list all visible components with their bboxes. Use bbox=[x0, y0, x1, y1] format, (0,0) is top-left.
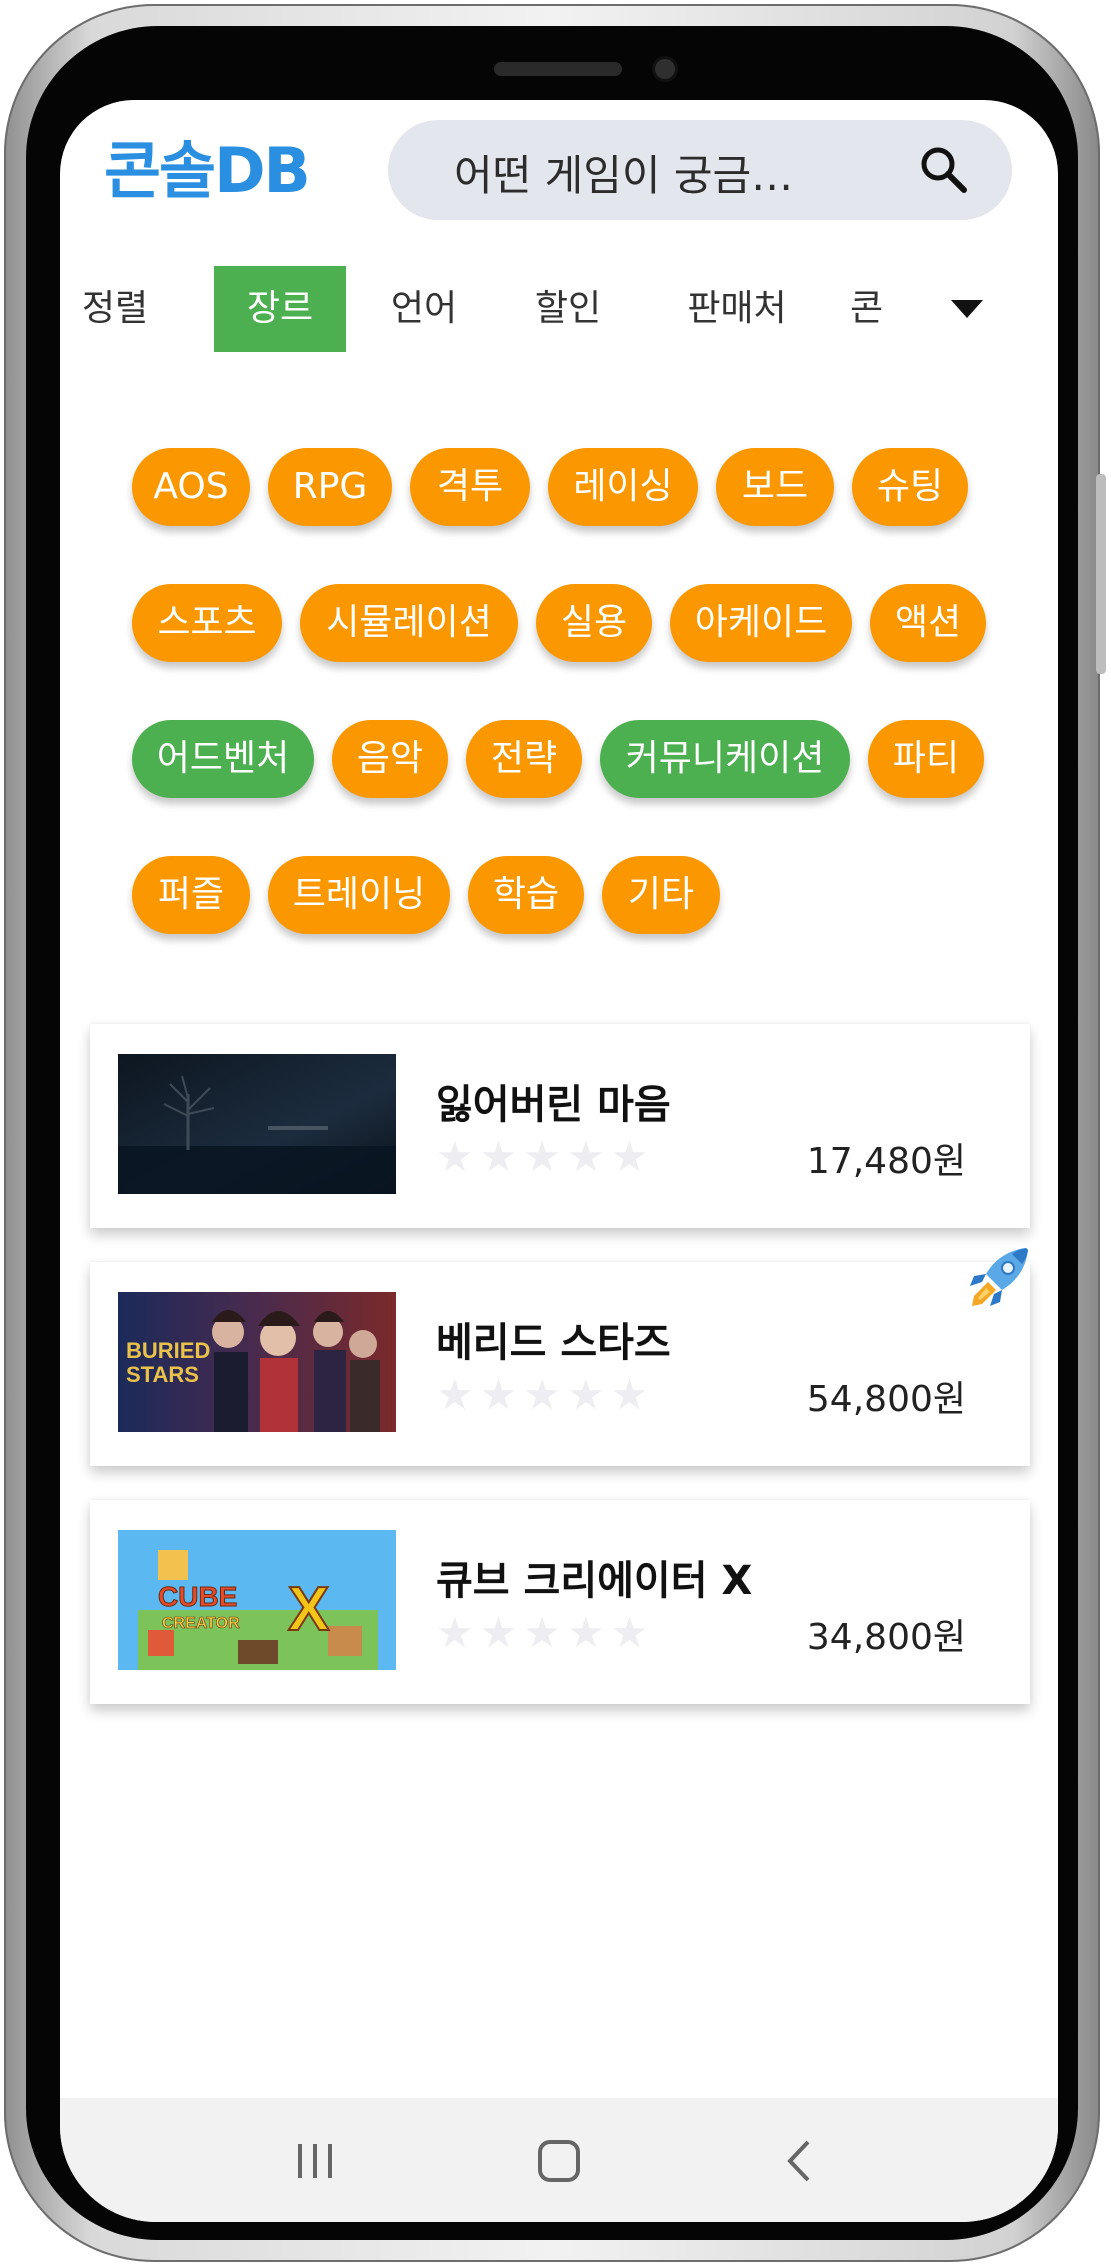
genre-chip-training[interactable]: 트레이닝 bbox=[268, 856, 450, 934]
chevron-down-icon[interactable] bbox=[949, 294, 985, 324]
game-title: 큐브 크리에이터 X bbox=[436, 1558, 753, 1604]
genre-chip-learning[interactable]: 학습 bbox=[468, 856, 584, 934]
tab-console[interactable]: 콘솔 bbox=[850, 266, 908, 352]
genre-chip-racing[interactable]: 레이싱 bbox=[548, 448, 698, 526]
recent-apps-icon[interactable] bbox=[280, 2126, 350, 2196]
game-card[interactable]: 잃어버린 마음 ★★★★★ 17,480원 bbox=[90, 1024, 1030, 1228]
game-thumbnail: BURIED STARS bbox=[118, 1292, 396, 1432]
genre-chip-simulation[interactable]: 시뮬레이션 bbox=[300, 584, 518, 662]
rating-stars: ★★★★★ bbox=[436, 1132, 655, 1181]
genre-chip-party[interactable]: 파티 bbox=[868, 720, 984, 798]
game-price: 54,800원 bbox=[806, 1379, 966, 1420]
tab-genre[interactable]: 장르 bbox=[214, 266, 346, 352]
game-price: 17,480원 bbox=[806, 1141, 966, 1182]
tab-language[interactable]: 언어 bbox=[372, 266, 476, 352]
game-title: 베리드 스타즈 bbox=[436, 1320, 671, 1366]
rating-stars: ★★★★★ bbox=[436, 1370, 655, 1419]
genre-chip-action[interactable]: 액션 bbox=[870, 584, 986, 662]
thumbnail-logo-text: BURIED bbox=[126, 1338, 210, 1363]
back-icon[interactable] bbox=[766, 2126, 836, 2196]
genre-chip-fighting[interactable]: 격투 bbox=[410, 448, 530, 526]
genre-chip-arcade[interactable]: 아케이드 bbox=[670, 584, 852, 662]
earpiece-speaker bbox=[494, 62, 622, 76]
side-button bbox=[1096, 474, 1106, 674]
genre-chip-rpg[interactable]: RPG bbox=[268, 448, 392, 526]
rocket-icon bbox=[970, 1248, 1028, 1306]
genre-chip-sports[interactable]: 스포츠 bbox=[132, 584, 282, 662]
genre-chip-adventure[interactable]: 어드벤처 bbox=[132, 720, 314, 798]
genre-chip-communication[interactable]: 커뮤니케이션 bbox=[600, 720, 850, 798]
thumbnail-logo-text: CUBE bbox=[158, 1581, 237, 1612]
tab-sort[interactable]: 정렬 bbox=[68, 266, 162, 352]
genre-chip-shooting[interactable]: 슈팅 bbox=[852, 448, 968, 526]
genre-chip-other[interactable]: 기타 bbox=[602, 856, 720, 934]
game-card[interactable]: BURIED STARS 베리드 스타즈 ★★★★★ 54,800원 bbox=[90, 1248, 1030, 1466]
search-bar[interactable]: 어떤 게임이 궁금… bbox=[388, 120, 1012, 220]
thumbnail-logo-text: CREATOR bbox=[162, 1615, 240, 1632]
system-navigation-bar bbox=[60, 2098, 1058, 2222]
game-title: 잃어버린 마음 bbox=[436, 1082, 671, 1128]
app-logo[interactable]: 콘솔DB bbox=[104, 120, 311, 210]
genre-chip-board[interactable]: 보드 bbox=[716, 448, 834, 526]
phone-frame: 콘솔DB 어떤 게임이 궁금… 정렬 장르 언어 할인 판매처 콘솔 AOS R… bbox=[4, 4, 1106, 2262]
game-thumbnail bbox=[118, 1054, 396, 1194]
genre-chip-utility[interactable]: 실용 bbox=[536, 584, 652, 662]
genre-chip-strategy[interactable]: 전략 bbox=[466, 720, 582, 798]
genre-chip-aos[interactable]: AOS bbox=[132, 448, 250, 526]
genre-chip-music[interactable]: 음악 bbox=[332, 720, 448, 798]
game-price: 34,800원 bbox=[806, 1617, 966, 1658]
game-card[interactable]: CUBE CREATOR X 큐브 크리에이터 X ★★★★★ 34,800원 bbox=[90, 1500, 1030, 1704]
genre-chip-puzzle[interactable]: 퍼즐 bbox=[132, 856, 250, 934]
game-thumbnail: CUBE CREATOR X bbox=[118, 1530, 396, 1670]
thumbnail-logo-text: STARS bbox=[126, 1362, 199, 1387]
filter-tab-bar: 정렬 장르 언어 할인 판매처 콘솔 bbox=[60, 266, 1058, 352]
home-icon[interactable] bbox=[524, 2126, 594, 2196]
app-screen: 콘솔DB 어떤 게임이 궁금… 정렬 장르 언어 할인 판매처 콘솔 AOS R… bbox=[60, 100, 1058, 2222]
tab-store[interactable]: 판매처 bbox=[670, 266, 804, 352]
thumbnail-logo-text: X bbox=[288, 1575, 329, 1644]
tab-discount[interactable]: 할인 bbox=[518, 266, 618, 352]
rating-stars: ★★★★★ bbox=[436, 1608, 655, 1657]
search-icon[interactable] bbox=[916, 142, 972, 198]
front-camera bbox=[655, 59, 675, 79]
search-input[interactable]: 어떤 게임이 궁금… bbox=[454, 142, 793, 203]
